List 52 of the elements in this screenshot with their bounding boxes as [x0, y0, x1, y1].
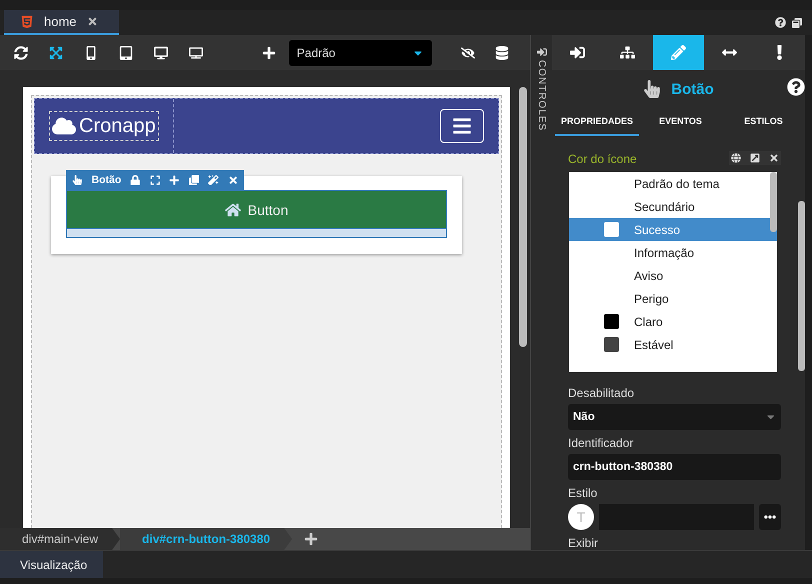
more-button[interactable]: [759, 504, 781, 530]
field-label: Cor do ícone: [568, 152, 637, 166]
expand-icon[interactable]: [48, 44, 64, 60]
properties-tab[interactable]: ESTILOS: [722, 108, 806, 136]
close-icon[interactable]: [769, 153, 779, 163]
field-label: Exibir: [568, 536, 600, 550]
properties-tab[interactable]: PROPRIEDADES: [555, 108, 640, 136]
tablet-icon[interactable]: [118, 44, 134, 60]
field-label: Estilo: [568, 486, 598, 500]
hand-icon: [643, 80, 662, 98]
select-field[interactable]: Não: [568, 404, 781, 430]
close-icon[interactable]: [86, 16, 98, 27]
lock-icon[interactable]: [130, 174, 141, 186]
scrollbar[interactable]: [519, 87, 527, 347]
breadcrumb-item[interactable]: div#main-view: [0, 528, 120, 550]
field-label: Desabilitado: [568, 386, 636, 400]
bottom-tab[interactable]: Visualização: [0, 551, 103, 578]
restore-icon[interactable]: [792, 18, 802, 28]
database-icon[interactable]: [495, 44, 510, 60]
add-icon[interactable]: [262, 44, 277, 60]
home-icon: [224, 202, 241, 218]
close-icon[interactable]: [228, 174, 238, 186]
logo: Cronapp: [49, 111, 159, 141]
hand-icon: [72, 174, 82, 186]
breadcrumb-item[interactable]: div#crn-button-380380: [120, 528, 292, 550]
hidden-eye-icon[interactable]: [460, 44, 475, 60]
home-button[interactable]: Button: [66, 190, 447, 229]
enter-icon: [536, 47, 546, 57]
panel-title: Botão: [671, 80, 714, 98]
input-field[interactable]: crn-button-380380: [568, 454, 781, 480]
refresh-icon[interactable]: [14, 44, 29, 60]
copy-icon[interactable]: [188, 174, 200, 186]
help-icon[interactable]: [775, 17, 786, 28]
magic-wand-icon[interactable]: [208, 174, 219, 186]
properties-tab[interactable]: EVENTOS: [639, 108, 722, 136]
menu-icon: [452, 116, 472, 136]
theme-select[interactable]: Padrão: [288, 40, 432, 66]
document-tab[interactable]: home: [4, 10, 119, 35]
scrollbar[interactable]: [798, 201, 805, 371]
html-icon: [20, 14, 34, 28]
help-icon[interactable]: [787, 78, 805, 96]
component-label: Botão: [92, 174, 122, 186]
dropdown-option[interactable]: Sucesso: [569, 218, 777, 241]
field-label: Identificador: [568, 436, 634, 450]
scrollbar[interactable]: [770, 172, 777, 232]
external-link-icon[interactable]: [750, 153, 760, 163]
globe-icon[interactable]: [731, 153, 741, 163]
menu-button[interactable]: [440, 109, 484, 143]
desktop-icon[interactable]: [154, 44, 169, 60]
expand-icon[interactable]: [150, 174, 160, 186]
controls-tab[interactable]: CONTROLES: [536, 47, 547, 132]
monitor-icon[interactable]: [188, 44, 204, 60]
